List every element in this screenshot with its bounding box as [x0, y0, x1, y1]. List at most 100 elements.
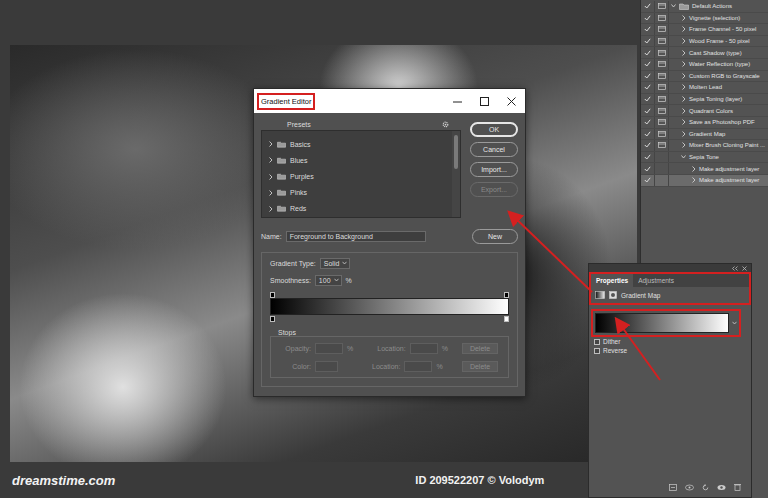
toggle-cell[interactable] — [641, 24, 655, 35]
dialog-cell[interactable] — [655, 36, 669, 47]
scroll-thumb[interactable] — [454, 135, 458, 169]
title-bar[interactable]: Gradient Editor — [254, 89, 525, 113]
chevron-right-icon[interactable] — [268, 174, 273, 180]
preset-folder[interactable]: Purples — [262, 168, 452, 184]
chevron-right-icon[interactable] — [681, 142, 686, 148]
eye-preview-icon[interactable] — [685, 484, 694, 491]
trash-icon[interactable] — [734, 483, 741, 491]
dialog-cell[interactable] — [655, 13, 669, 24]
toggle-cell[interactable] — [641, 140, 655, 151]
toggle-cell[interactable] — [641, 13, 655, 24]
action-row[interactable]: Mixer Brush Cloning Paint ... — [641, 140, 768, 152]
opacity-stop[interactable] — [504, 292, 509, 298]
toggle-cell[interactable] — [641, 94, 655, 105]
scrollbar[interactable] — [452, 131, 460, 217]
collapse-icon[interactable] — [732, 266, 738, 271]
action-row[interactable]: Frame Channel - 50 pixel — [641, 24, 768, 36]
action-row[interactable]: Sepia Tone — [641, 152, 768, 164]
toggle-cell[interactable] — [641, 129, 655, 140]
opacity-field[interactable] — [315, 343, 343, 354]
close-icon[interactable] — [742, 266, 747, 271]
dialog-button[interactable]: Cancel — [470, 142, 518, 157]
toggle-cell[interactable] — [641, 1, 655, 12]
clip-icon[interactable] — [669, 484, 677, 491]
chevron-right-icon[interactable] — [268, 157, 273, 163]
dialog-button[interactable]: OK — [470, 122, 518, 137]
toggle-cell[interactable] — [641, 36, 655, 47]
dialog-cell[interactable] — [655, 47, 669, 58]
chevron-right-icon[interactable] — [268, 206, 273, 212]
opacity-stop[interactable] — [270, 292, 275, 298]
dialog-cell[interactable] — [655, 163, 669, 174]
dialog-cell[interactable] — [655, 105, 669, 116]
dialog-cell[interactable] — [655, 140, 669, 151]
chevron-right-icon[interactable] — [268, 190, 273, 196]
dialog-cell[interactable] — [655, 82, 669, 93]
chevron-right-icon[interactable] — [681, 38, 686, 44]
action-row[interactable]: Cast Shadow (type) — [641, 47, 768, 59]
preset-folder[interactable]: Pinks — [262, 185, 452, 201]
option-row[interactable]: Reverse — [589, 346, 751, 355]
action-row[interactable]: Gradient Map — [641, 129, 768, 141]
toggle-cell[interactable] — [641, 105, 655, 116]
caret-down-icon[interactable] — [732, 321, 737, 325]
action-row[interactable]: Sepia Toning (layer) — [641, 94, 768, 106]
gradient-type-select[interactable]: Solid — [320, 258, 351, 269]
chevron-right-icon[interactable] — [268, 141, 273, 147]
toggle-cell[interactable] — [641, 175, 655, 186]
dialog-cell[interactable] — [655, 152, 669, 163]
chevron-right-icon[interactable] — [681, 73, 686, 79]
action-row[interactable]: Custom RGB to Grayscale — [641, 71, 768, 83]
chevron-right-icon[interactable] — [681, 15, 686, 21]
reset-icon[interactable] — [702, 484, 709, 491]
action-row[interactable]: Wood Frame - 50 pixel — [641, 36, 768, 48]
action-row[interactable]: Molten Lead — [641, 82, 768, 94]
gradient-bar[interactable] — [270, 298, 509, 315]
dialog-cell[interactable] — [655, 71, 669, 82]
toggle-cell[interactable] — [641, 163, 655, 174]
action-row[interactable]: Save as Photoshop PDF — [641, 117, 768, 129]
action-row[interactable]: Make adjustment layer — [641, 175, 768, 187]
chevron-right-icon[interactable] — [681, 26, 686, 32]
chevron-right-icon[interactable] — [681, 119, 686, 125]
chevron-right-icon[interactable] — [681, 131, 686, 137]
toggle-cell[interactable] — [641, 59, 655, 70]
chevron-right-icon[interactable] — [681, 61, 686, 67]
dialog-cell[interactable] — [655, 117, 669, 128]
toggle-cell[interactable] — [641, 152, 655, 163]
dialog-cell[interactable] — [655, 94, 669, 105]
panel-tab[interactable]: Adjustments — [633, 274, 679, 287]
location-field[interactable] — [404, 361, 432, 372]
chevron-right-icon[interactable] — [681, 50, 686, 56]
close-button[interactable] — [498, 89, 525, 113]
chevron-right-icon[interactable] — [691, 166, 696, 172]
mask-icon[interactable] — [609, 291, 617, 299]
dialog-cell[interactable] — [655, 175, 669, 186]
checkbox[interactable] — [594, 348, 600, 354]
chevron-down-icon[interactable] — [671, 3, 676, 9]
chevron-right-icon[interactable] — [681, 96, 686, 102]
toggle-cell[interactable] — [641, 47, 655, 58]
toggle-cell[interactable] — [641, 82, 655, 93]
action-row[interactable]: Default Actions — [641, 1, 768, 13]
toggle-cell[interactable] — [641, 71, 655, 82]
new-button[interactable]: New — [472, 229, 518, 244]
panel-tab[interactable]: Properties — [591, 274, 633, 287]
preset-folder[interactable]: Blues — [262, 152, 452, 168]
caret-down-icon[interactable] — [334, 278, 339, 282]
option-row[interactable]: Dither — [589, 337, 751, 346]
action-row[interactable]: Quadrant Colors — [641, 105, 768, 117]
gear-icon[interactable] — [442, 121, 449, 128]
preset-folder[interactable]: Basics — [262, 136, 452, 152]
action-row[interactable]: Water Reflection (type) — [641, 59, 768, 71]
chevron-right-icon[interactable] — [681, 108, 686, 114]
caret-down-icon[interactable] — [342, 261, 347, 265]
chevron-right-icon[interactable] — [681, 84, 686, 90]
preset-folder[interactable]: Reds — [262, 201, 452, 217]
dialog-cell[interactable] — [655, 1, 669, 12]
name-field[interactable]: Foreground to Background — [286, 231, 426, 242]
gradient-preview[interactable] — [595, 313, 729, 333]
location-field[interactable] — [410, 343, 438, 354]
action-row[interactable]: Make adjustment layer — [641, 163, 768, 175]
visibility-icon[interactable] — [717, 484, 726, 491]
